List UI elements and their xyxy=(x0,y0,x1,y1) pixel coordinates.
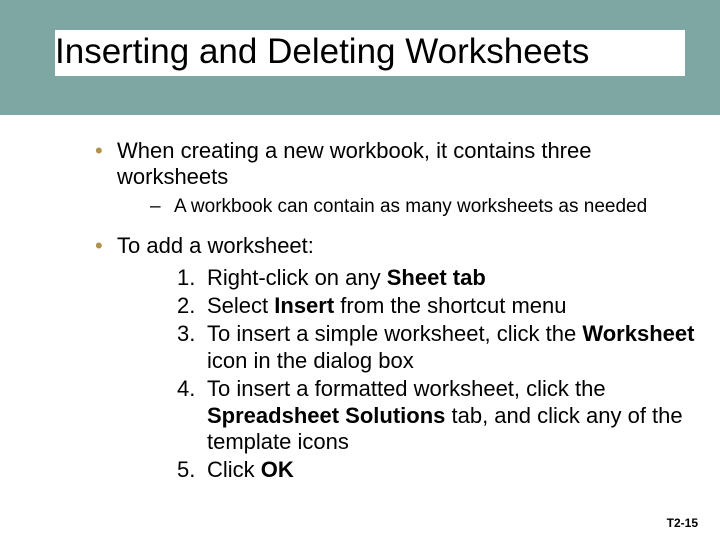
step-2: 2.Select Insert from the shortcut menu xyxy=(177,293,695,319)
step-text: Select xyxy=(207,293,274,318)
content-area: •When creating a new workbook, it contai… xyxy=(55,138,695,486)
step-4: 4.To insert a formatted worksheet, click… xyxy=(177,376,695,455)
bullet-dot-icon: • xyxy=(95,138,117,164)
slide: Inserting and Deleting Worksheets •When … xyxy=(0,0,720,540)
step-text-post: icon in the dialog box xyxy=(207,348,414,373)
slide-title: Inserting and Deleting Worksheets xyxy=(55,30,685,76)
sub-bullet-item-1: – A workbook can contain as many workshe… xyxy=(150,196,695,219)
page-number: T2-15 xyxy=(667,516,698,530)
step-bold: Sheet tab xyxy=(387,265,486,290)
step-text: Right-click on any xyxy=(207,265,387,290)
number-label: 2. xyxy=(177,293,207,319)
bullet-dot-icon: • xyxy=(95,233,117,259)
step-1: 1.Right-click on any Sheet tab xyxy=(177,265,695,291)
step-text: To insert a simple worksheet, click the xyxy=(207,321,582,346)
number-label: 5. xyxy=(177,457,207,483)
number-label: 1. xyxy=(177,265,207,291)
step-bold: Spreadsheet Solutions xyxy=(207,403,445,428)
step-text: Click xyxy=(207,457,261,482)
step-bold: Worksheet xyxy=(582,321,694,346)
step-bold: Insert xyxy=(274,293,334,318)
step-text: To insert a formatted worksheet, click t… xyxy=(207,376,606,401)
dash-icon: – xyxy=(150,196,174,219)
step-3: 3.To insert a simple worksheet, click th… xyxy=(177,321,695,374)
bullet-text: To add a worksheet: xyxy=(117,233,314,258)
number-label: 4. xyxy=(177,376,207,402)
bullet-text: When creating a new workbook, it contain… xyxy=(117,138,591,189)
sub-bullet-text: A workbook can contain as many worksheet… xyxy=(174,196,647,217)
number-label: 3. xyxy=(177,321,207,347)
bullet-item-2: •To add a worksheet: xyxy=(95,233,695,259)
step-5: 5.Click OK xyxy=(177,457,695,483)
step-bold: OK xyxy=(261,457,294,482)
bullet-item-1: •When creating a new workbook, it contai… xyxy=(95,138,695,190)
step-text-post: from the shortcut menu xyxy=(334,293,566,318)
